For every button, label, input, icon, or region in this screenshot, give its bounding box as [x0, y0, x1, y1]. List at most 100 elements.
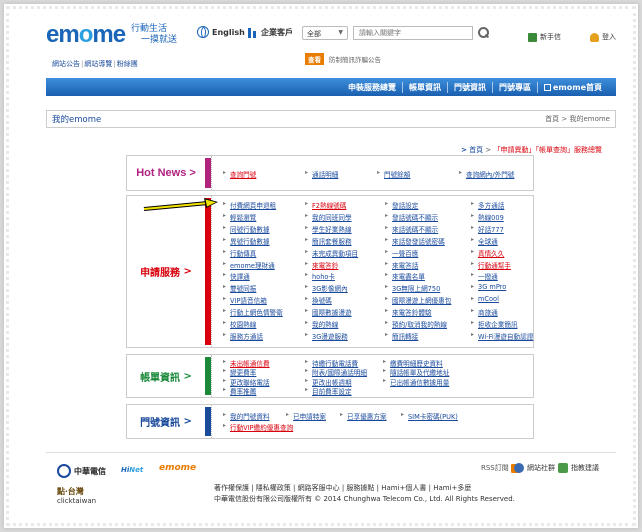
apply-link[interactable]: 行動上網色情警衛 — [230, 307, 283, 317]
emome-logo[interactable]: emome 行動生活 一摸就送 — [46, 21, 177, 49]
community-icon[interactable] — [514, 463, 524, 473]
apply-link[interactable]: 來話發發話號密碼 — [392, 236, 445, 246]
category-select[interactable]: 全部 ▼ — [302, 26, 348, 40]
apply-link[interactable]: 真情久久 — [478, 248, 504, 258]
apply-link[interactable]: Wi-Fi漫遊自動認證 — [478, 331, 533, 341]
bullet-icon: ▸ — [471, 307, 475, 315]
apply-link[interactable]: 我的熱線 — [312, 319, 338, 329]
sublink-fanpage[interactable]: 粉絲團 — [117, 60, 138, 68]
apply-link[interactable]: emome理財通 — [230, 260, 275, 270]
apply-link[interactable]: 校園熱線 — [230, 319, 256, 329]
apply-link[interactable]: 3G無限上網750 — [392, 283, 440, 293]
apply-link[interactable]: 服務方通話 — [230, 331, 263, 341]
apply-link[interactable]: 來電盡名單 — [392, 271, 425, 281]
nav-item-number-zone[interactable]: 門號專區 — [491, 81, 537, 93]
apply-link[interactable]: 簡訊套餐服務 — [312, 236, 352, 246]
apply-link[interactable]: 商旅通 — [478, 307, 498, 317]
apply-link[interactable]: F2熱線號碼 — [312, 200, 346, 210]
bullet-icon: ▸ — [383, 358, 387, 365]
hot-link[interactable]: 門號餘額 — [384, 169, 410, 179]
hot-link[interactable]: 查詢網內/外門號 — [466, 169, 514, 179]
breadcrumb-path[interactable]: 首頁 > 我的emome — [545, 114, 610, 124]
apply-link[interactable]: 換號碼 — [312, 295, 332, 305]
emome-small-logo[interactable]: emome — [159, 463, 196, 473]
apply-link[interactable]: 我的同班同學 — [312, 212, 352, 222]
logo-tagline: 行動生活 一摸就送 — [131, 24, 178, 45]
sublink-sitemap[interactable]: 網站導覽 — [84, 60, 112, 68]
hinet-logo[interactable]: HiNet — [121, 466, 143, 474]
hot-news-label[interactable]: Hot News > — [127, 156, 205, 190]
apply-link[interactable]: 雙號同振 — [230, 283, 256, 293]
login-link[interactable]: 登入 — [590, 32, 616, 42]
apply-link[interactable]: 同號行動數據 — [230, 224, 270, 234]
nav-item-services[interactable]: 申裝服務總覽 — [342, 82, 402, 93]
nav-item-billing[interactable]: 帳單資訊 — [401, 81, 447, 93]
apply-link[interactable]: 多方通話 — [478, 200, 504, 210]
num-link[interactable]: 我的門號資料 — [230, 411, 270, 421]
footer-links[interactable]: 著作權保護 | 隱私權政策 | 網路客服中心 | 服務據點 | Hami+個人書… — [214, 483, 471, 493]
search-input[interactable] — [353, 26, 473, 40]
apply-link[interactable]: 3G mPro — [478, 283, 506, 291]
apply-link[interactable]: mCool — [478, 295, 499, 303]
apply-link[interactable]: 簡訊轉接 — [392, 331, 418, 341]
apply-link[interactable]: 一聲百應 — [392, 248, 418, 258]
apply-link[interactable]: 拒收企業簡訊 — [478, 319, 518, 329]
apply-link[interactable]: 國際漫遊上網優惠包 — [392, 295, 451, 305]
apply-link[interactable]: 預約/取消我的熱線 — [392, 319, 447, 329]
apply-link[interactable]: 行動傳真 — [230, 248, 256, 258]
bill-link[interactable]: 費率推薦 — [230, 386, 256, 396]
nav-item-emome-home[interactable]: emome首頁 — [536, 81, 608, 93]
service-overview-link[interactable]: > 首頁 > 「申請異動」「帳單查詢」服務總覽 — [461, 145, 602, 155]
apply-link[interactable]: 3G漫遊服務 — [312, 331, 348, 341]
apply-link[interactable]: 全球通 — [478, 236, 498, 246]
bullet-icon: ▸ — [385, 211, 389, 219]
apply-link[interactable]: 國際數據漫遊 — [312, 307, 352, 317]
apply-link[interactable]: 一撥通 — [478, 271, 498, 281]
apply-link[interactable]: 輕鬆瀏覽 — [230, 212, 256, 222]
enterprise-button[interactable]: 企業客戶 — [246, 26, 293, 38]
english-button[interactable]: English — [197, 26, 245, 38]
apply-link[interactable]: 未完成異動項目 — [312, 248, 358, 258]
bullet-icon: ▸ — [223, 247, 227, 255]
apply-link[interactable]: hoho卡 — [312, 271, 335, 281]
bullet-icon: ▸ — [383, 367, 387, 375]
search-icon[interactable] — [476, 25, 490, 39]
fraud-notice-link[interactable]: 防制簡訊詐騙公告 — [329, 54, 381, 64]
feedback-icon[interactable] — [558, 463, 568, 473]
num-link[interactable]: 已享優惠方案 — [347, 411, 387, 421]
apply-link[interactable]: 快譯通 — [230, 271, 250, 281]
query-badge[interactable]: 查看 — [305, 53, 324, 65]
apply-link[interactable]: 來電答鈴 — [312, 260, 338, 270]
sublink-announcement[interactable]: 網站公告 — [52, 60, 80, 68]
apply-link[interactable]: 發話設定 — [392, 200, 418, 210]
apply-link[interactable]: 熱線009 — [478, 212, 504, 222]
apply-link[interactable]: 來話號碼不顯示 — [392, 224, 438, 234]
apply-link[interactable]: 付費網頁申退租 — [230, 200, 276, 210]
bill-info-label[interactable]: 帳單資訊 > — [127, 355, 205, 397]
click-taiwan-logo[interactable]: 點‧台灣 clicktaiwan — [57, 486, 96, 505]
bill-link[interactable]: 目前費率設定 — [312, 386, 352, 396]
hot-link[interactable]: 通話明細 — [312, 169, 338, 179]
apply-link[interactable]: 3G影像網內 — [312, 283, 348, 293]
nav-item-number-info[interactable]: 門號資訊 — [446, 81, 492, 93]
footer-divider — [46, 452, 616, 453]
hot-link[interactable]: 查詢門號 — [230, 169, 256, 179]
bullet-icon: ▸ — [223, 307, 227, 315]
apply-link[interactable]: 來電答話 — [392, 260, 418, 270]
apply-link[interactable]: 學生好業熱線 — [312, 224, 352, 234]
new-mail-link[interactable]: 新手信 — [528, 32, 561, 42]
apply-link[interactable]: 異號行動數據 — [230, 236, 270, 246]
apply-link[interactable]: 來電答鈴體驗 — [392, 307, 432, 317]
bill-link[interactable]: 已出帳通信數據用量 — [390, 377, 449, 387]
apply-link[interactable]: 好話777 — [478, 224, 504, 234]
num-link[interactable]: SIM卡密碼(PUK) — [408, 411, 458, 421]
apply-link[interactable]: VIP語音信箱 — [230, 295, 267, 305]
bullet-icon: ▸ — [223, 319, 227, 326]
num-link[interactable]: 行動VIP繳約優惠查詢 — [230, 422, 293, 432]
apply-service-label[interactable]: 申請服務 > — [127, 196, 205, 347]
cht-logo[interactable]: 中華電信 — [57, 464, 106, 478]
number-info-label[interactable]: 門號資訊 > — [127, 405, 205, 438]
num-link[interactable]: 已申請特案 — [293, 411, 326, 421]
apply-link[interactable]: 行動通幫手 — [478, 260, 511, 270]
apply-link[interactable]: 發話號碼不顯示 — [392, 212, 438, 222]
